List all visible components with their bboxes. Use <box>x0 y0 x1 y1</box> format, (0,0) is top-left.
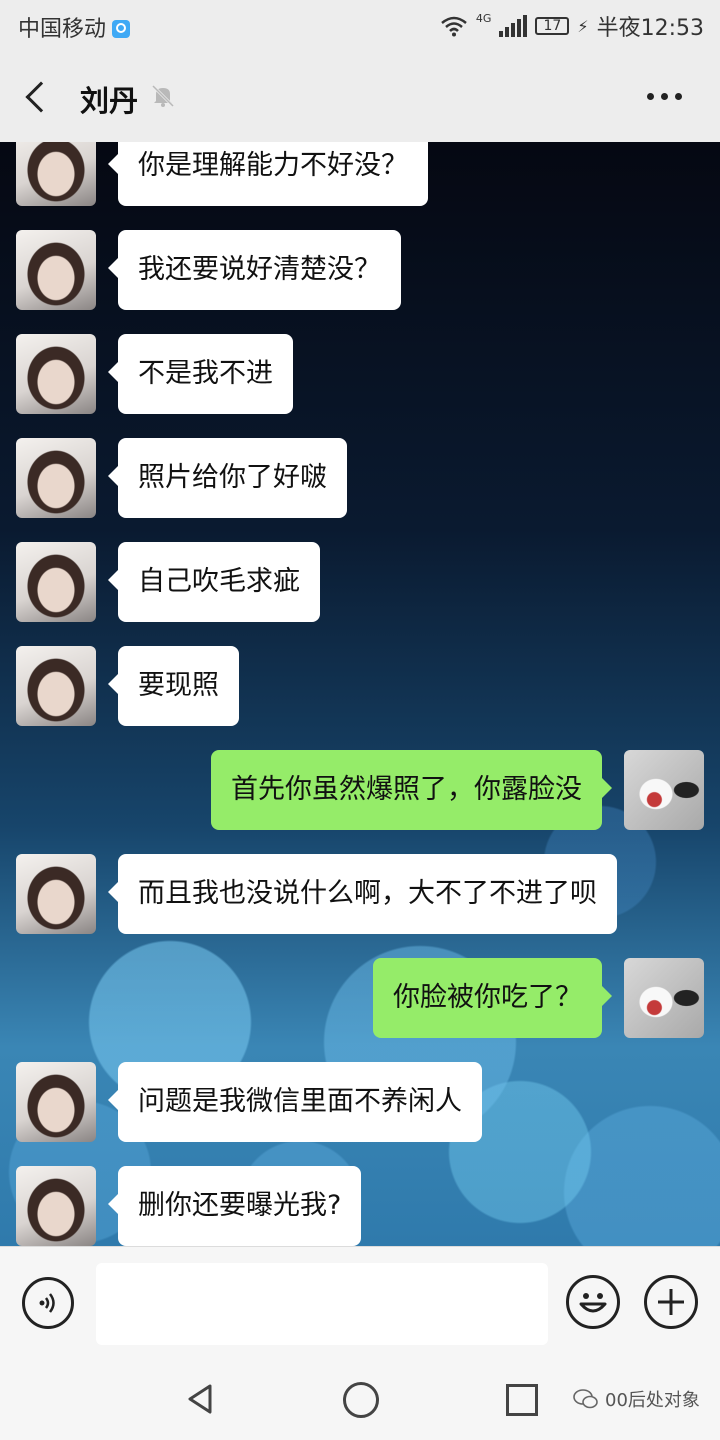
mute-bell-icon <box>151 84 175 108</box>
contact-avatar[interactable] <box>16 646 96 726</box>
chat-area[interactable]: 你是理解能力不好没？ 我还要说好清楚没？ 不是我不进 照片给你了好啵 自己吹毛求… <box>0 142 720 1246</box>
incoming-bubble[interactable]: 要现照 <box>108 646 239 726</box>
signal-icon <box>499 15 528 37</box>
clock: 半夜12:53 <box>596 16 704 41</box>
emoji-icon <box>579 1293 607 1313</box>
battery-level: 17 <box>543 18 562 34</box>
message-row: 我还要说好清楚没？ <box>0 230 720 310</box>
plus-button[interactable] <box>644 1275 698 1329</box>
message-row: 而且我也没说什么啊，大不了不进了呗 <box>0 854 720 934</box>
incoming-bubble[interactable]: 你是理解能力不好没？ <box>108 142 428 206</box>
nav-back-icon[interactable] <box>184 1382 218 1416</box>
incoming-bubble[interactable]: 删你还要曝光我? <box>107 1166 362 1246</box>
system-nav-bar: 00后处对象 <box>0 1358 720 1440</box>
emoji-button[interactable] <box>566 1275 620 1329</box>
outgoing-bubble[interactable]: 首先你虽然爆照了，你露脸没 <box>211 750 612 830</box>
chat-title: 刘丹 <box>80 84 139 118</box>
self-avatar[interactable] <box>624 958 704 1038</box>
watermark-text: 00后处对象 <box>605 1390 700 1411</box>
charging-icon: ⚡ <box>577 16 589 36</box>
incoming-bubble[interactable]: 我还要说好清楚没？ <box>108 230 401 310</box>
self-avatar[interactable] <box>624 750 704 830</box>
contact-avatar[interactable] <box>16 438 96 518</box>
message-row: 你脸被你吃了？ <box>0 958 720 1038</box>
outgoing-bubble[interactable]: 你脸被你吃了？ <box>373 958 612 1038</box>
message-row: 首先你虽然爆照了，你露脸没 <box>0 750 720 830</box>
carrier-label: 中国移动 <box>18 17 107 42</box>
message-row: 要现照 <box>0 646 720 726</box>
contact-avatar[interactable] <box>16 230 96 310</box>
wechat-logo-icon <box>573 1389 598 1409</box>
incoming-bubble[interactable]: 而且我也没说什么啊，大不了不进了呗 <box>108 854 617 934</box>
contact-avatar[interactable] <box>16 142 96 206</box>
contact-avatar[interactable] <box>16 542 96 622</box>
incoming-bubble[interactable]: 问题是我微信里面不养闲人 <box>108 1062 482 1142</box>
incoming-bubble[interactable]: 自己吹毛求疵 <box>108 542 320 622</box>
battery-icon: 17 <box>535 17 570 35</box>
message-row: 自己吹毛求疵 <box>0 542 720 622</box>
wifi-icon <box>441 16 467 37</box>
nav-home-icon[interactable] <box>343 1382 379 1418</box>
contact-avatar[interactable] <box>16 1166 96 1246</box>
message-row: 删你还要曝光我? <box>0 1166 720 1246</box>
input-bar <box>0 1246 720 1358</box>
voice-button[interactable] <box>22 1277 74 1329</box>
carrier: 中国移动 <box>18 11 131 43</box>
contact-avatar[interactable] <box>16 854 96 934</box>
incoming-bubble[interactable]: 不是我不进 <box>108 334 293 414</box>
message-row: 问题是我微信里面不养闲人 <box>0 1062 720 1142</box>
chat-header: 刘丹 <box>0 52 720 142</box>
voice-icon <box>39 1293 55 1313</box>
message-row: 你是理解能力不好没？ <box>0 142 720 206</box>
back-icon[interactable] <box>25 81 57 113</box>
network-type-label: 4G <box>475 11 492 25</box>
contact-avatar[interactable] <box>16 334 96 414</box>
more-icon[interactable] <box>647 93 682 100</box>
carrier-badge-icon <box>112 20 131 38</box>
watermark: 00后处对象 <box>573 1386 700 1412</box>
incoming-bubble[interactable]: 照片给你了好啵 <box>108 438 347 518</box>
message-row: 照片给你了好啵 <box>0 438 720 518</box>
status-icons: 4G 17 ⚡ 半夜12:53 <box>440 10 704 42</box>
status-bar: 中国移动 4G 17 ⚡ 半夜12:53 <box>0 0 720 52</box>
nav-recent-icon[interactable] <box>506 1384 538 1416</box>
message-row: 不是我不进 <box>0 334 720 414</box>
contact-avatar[interactable] <box>16 1062 96 1142</box>
message-input[interactable] <box>96 1263 548 1345</box>
